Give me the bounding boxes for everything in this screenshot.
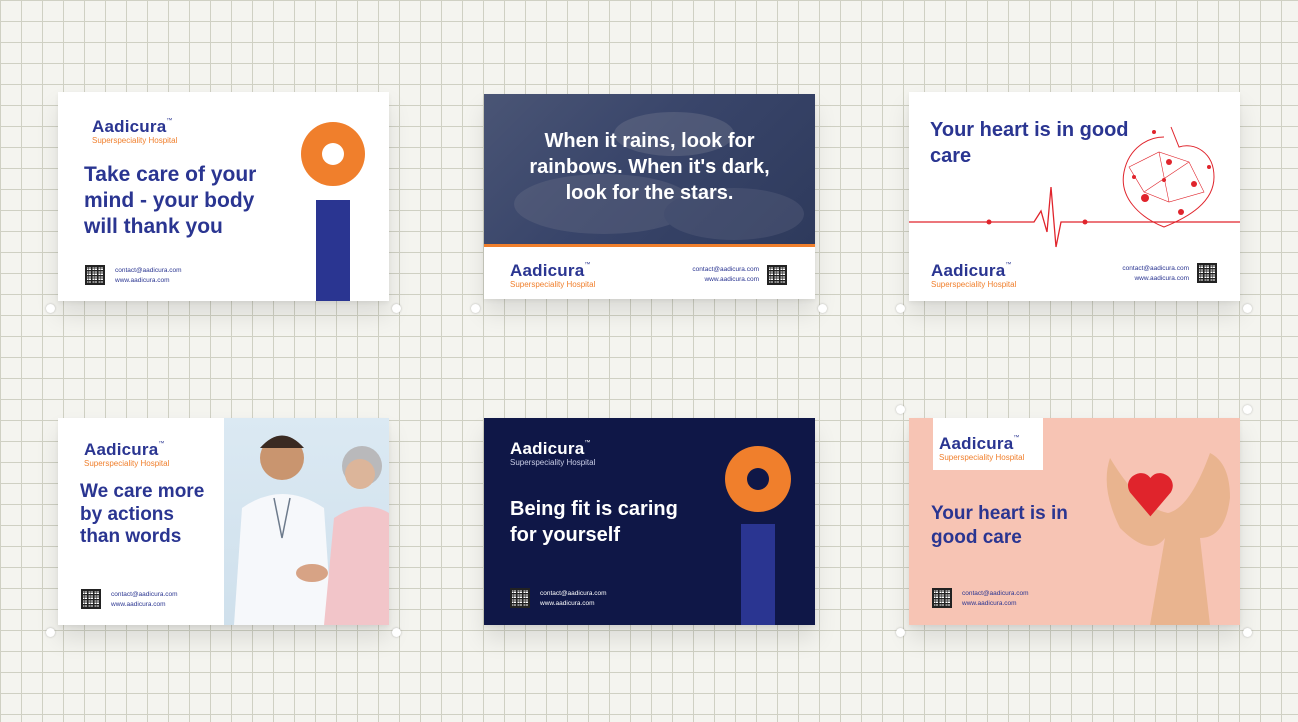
- brand-tagline: Superspeciality Hospital: [939, 453, 1025, 462]
- pin: [1243, 405, 1252, 414]
- contact-info: contact@aadicura.com www.aadicura.com: [1117, 264, 1189, 284]
- contact-info: contact@aadicura.com www.aadicura.com: [962, 589, 1029, 609]
- brand-tagline: Superspeciality Hospital: [931, 280, 1017, 289]
- qr-code-icon: [932, 588, 952, 608]
- pin: [896, 628, 905, 637]
- contact-website: www.aadicura.com: [111, 601, 166, 608]
- hands-holding-heart-illustration: [1106, 453, 1230, 625]
- brand-name: Aadicura: [931, 261, 1006, 280]
- contact-website: www.aadicura.com: [704, 276, 759, 283]
- pin: [818, 304, 827, 313]
- contact-info: contact@aadicura.com www.aadicura.com: [111, 590, 178, 610]
- qr-code-icon: [81, 589, 101, 609]
- brand-tagline: Superspeciality Hospital: [84, 459, 170, 468]
- contact-info: contact@aadicura.com www.aadicura.com: [540, 589, 607, 609]
- poster-headline: We care more by actions than words: [80, 481, 205, 547]
- brand-logo: Aadicura™ Superspeciality Hospital: [510, 261, 596, 289]
- quote-text: When it rains, look for rainbows. When i…: [529, 130, 770, 204]
- poster-card-mind: Aadicura™ Superspeciality Hospital Take …: [58, 92, 389, 301]
- pin: [46, 628, 55, 637]
- qr-code-icon: [510, 588, 530, 608]
- contact-info: contact@aadicura.com www.aadicura.com: [115, 266, 182, 286]
- orange-divider: [484, 244, 815, 247]
- poster-card-heart-hands: Aadicura™ Superspeciality Hospital Your …: [909, 418, 1240, 625]
- poster-card-fit: Aadicura™ Superspeciality Hospital Being…: [484, 418, 815, 625]
- pin: [1243, 628, 1252, 637]
- contact-email: contact@aadicura.com: [115, 267, 182, 274]
- orange-ring-graphic: [301, 122, 365, 186]
- contact-email: contact@aadicura.com: [962, 590, 1029, 597]
- navy-bar-graphic: [316, 200, 350, 301]
- brand-name: Aadicura: [84, 440, 159, 459]
- pin: [392, 628, 401, 637]
- contact-email: contact@aadicura.com: [1122, 265, 1189, 272]
- pin: [896, 304, 905, 313]
- contact-email: contact@aadicura.com: [540, 590, 607, 597]
- pin: [471, 304, 480, 313]
- contact-email: contact@aadicura.com: [111, 591, 178, 598]
- brand-name: Aadicura: [510, 261, 585, 280]
- poster-headline: Your heart is in good care: [931, 503, 1068, 548]
- contact-info: contact@aadicura.com www.aadicura.com: [687, 265, 759, 285]
- brand-logo: Aadicura™ Superspeciality Hospital: [510, 439, 596, 467]
- brand-logo: Aadicura™ Superspeciality Hospital: [84, 440, 170, 468]
- poster-headline: Take care of your mind - your body will …: [84, 163, 257, 238]
- brand-tagline: Superspeciality Hospital: [510, 458, 596, 467]
- contact-website: www.aadicura.com: [1134, 275, 1189, 282]
- poster-headline: Your heart is in good care: [930, 119, 1129, 167]
- pin: [392, 304, 401, 313]
- contact-email: contact@aadicura.com: [692, 266, 759, 273]
- contact-website: www.aadicura.com: [962, 600, 1017, 607]
- poster-card-rainbows: When it rains, look for rainbows. When i…: [484, 94, 815, 299]
- poster-card-actions: Aadicura™ Superspeciality Hospital We ca…: [58, 418, 389, 625]
- brand-name: Aadicura: [510, 439, 585, 458]
- brand-logo: Aadicura™ Superspeciality Hospital: [931, 261, 1017, 289]
- brand-tagline: Superspeciality Hospital: [92, 136, 178, 145]
- navy-bar-graphic: [741, 524, 775, 625]
- poster-card-heart-line: Your heart is in good care Aadicura™ Sup…: [909, 92, 1240, 301]
- brand-name: Aadicura: [939, 434, 1014, 453]
- brand-logo: Aadicura™ Superspeciality Hospital: [939, 434, 1025, 462]
- orange-ring-graphic: [725, 446, 791, 512]
- doctor-patient-photo: [224, 418, 389, 625]
- pin: [896, 405, 905, 414]
- qr-code-icon: [1197, 263, 1217, 283]
- poster-headline: Being fit is caring for yourself: [510, 498, 678, 546]
- brand-logo: Aadicura™ Superspeciality Hospital: [92, 117, 178, 145]
- qr-code-icon: [85, 265, 105, 285]
- heart-illustration-icon: [1122, 126, 1215, 228]
- pin: [1243, 304, 1252, 313]
- qr-code-icon: [767, 265, 787, 285]
- brand-tagline: Superspeciality Hospital: [510, 280, 596, 289]
- contact-website: www.aadicura.com: [115, 277, 170, 284]
- contact-website: www.aadicura.com: [540, 600, 595, 607]
- pin: [46, 304, 55, 313]
- brand-name: Aadicura: [92, 117, 167, 136]
